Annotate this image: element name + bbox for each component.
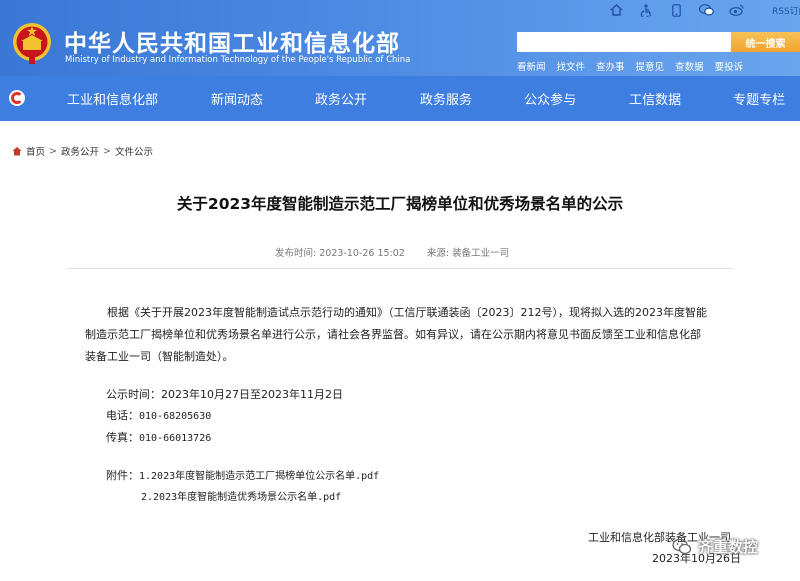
body-line: 装备工业一司（智能制造处）。 xyxy=(85,350,234,363)
quick-links: 看新闻 找文件 查办事 提意见 查数据 要投诉 xyxy=(517,59,743,73)
body-line: 根据《关于开展2023年度智能制造试点示范行动的通知》（工信厅联通装函〔2023… xyxy=(107,306,707,319)
nav-item-participation[interactable]: 公众参与 xyxy=(524,89,576,108)
notice-period: 公示时间：2023年10月27日至2023年11月2日 xyxy=(106,386,343,402)
quick-link-services[interactable]: 查办事 xyxy=(596,59,625,73)
title-divider xyxy=(67,268,733,269)
article-title: 关于2023年度智能制造示范工厂揭榜单位和优秀场景名单的公示 xyxy=(176,195,624,213)
nav-item-government-affairs[interactable]: 政务公开 xyxy=(315,89,367,108)
nav-item-ministry[interactable]: 工业和信息化部 xyxy=(67,89,158,108)
phone-value: 010-68205630 xyxy=(139,411,212,422)
watermark-text: 齐重数控 xyxy=(698,538,759,556)
home-icon[interactable] xyxy=(608,3,624,17)
attachment-link-1[interactable]: 1.2023年度智能制造示范工厂揭榜单位公示名单.pdf xyxy=(139,471,379,482)
breadcrumb: 首页 > 政务公开 > 文件公示 xyxy=(12,144,153,158)
top-icon-bar xyxy=(608,2,744,18)
fax-value: 010-66013726 xyxy=(139,433,212,444)
contact-phone: 电话：010-68205630 xyxy=(106,407,211,423)
article-meta: 发布时间: 2023-10-26 15:02 来源: 装备工业一司 xyxy=(275,245,509,259)
contact-fax: 传真：010-66013726 xyxy=(106,429,211,445)
breadcrumb-separator: > xyxy=(49,145,57,157)
fax-label: 传真： xyxy=(106,431,139,444)
site-subtitle: Ministry of Industry and Information Tec… xyxy=(65,55,411,65)
wechat-icon[interactable] xyxy=(698,3,714,17)
search-button[interactable]: 统一搜索 xyxy=(731,32,800,52)
period-value: 2023年10月27日至2023年11月2日 xyxy=(161,388,343,401)
attachment-row: 附件：1.2023年度智能制造示范工厂揭榜单位公示名单.pdf xyxy=(106,467,379,483)
source: 装备工业一司 xyxy=(452,248,510,259)
site-title[interactable]: 中华人民共和国工业和信息化部 xyxy=(64,24,400,58)
search-input[interactable] xyxy=(517,32,731,52)
breadcrumb-file-notices[interactable]: 文件公示 xyxy=(115,144,153,158)
attachment-row: 2.2023年度智能制造优秀场景公示名单.pdf xyxy=(141,488,341,503)
quick-link-news[interactable]: 看新闻 xyxy=(517,59,546,73)
rss-link[interactable]: RSS订阅 xyxy=(772,4,800,17)
quick-link-complaint[interactable]: 要投诉 xyxy=(715,59,744,73)
publish-time: 2023-10-26 15:02 xyxy=(319,248,405,259)
quick-link-files[interactable]: 找文件 xyxy=(557,59,586,73)
watermark: 齐重数控 xyxy=(672,536,758,557)
publish-time-label: 发布时间: xyxy=(275,248,317,259)
breadcrumb-home[interactable]: 首页 xyxy=(26,144,45,158)
national-emblem-icon[interactable] xyxy=(12,21,52,65)
source-label: 来源: xyxy=(426,248,450,259)
phone-label: 电话： xyxy=(106,409,139,422)
body-line: 制造示范工厂揭榜单位和优秀场景名单进行公示，请社会各界监督。如有异议，请在公示期… xyxy=(85,328,701,341)
weibo-icon[interactable] xyxy=(728,3,744,17)
wechat-watermark-icon xyxy=(672,538,692,554)
breadcrumb-home-icon xyxy=(12,147,22,156)
attachments-label: 附件： xyxy=(106,469,139,482)
attachment-link-2[interactable]: 2.2023年度智能制造优秀场景公示名单.pdf xyxy=(141,492,341,503)
period-label: 公示时间： xyxy=(106,388,161,401)
site-header: 中华人民共和国工业和信息化部 Ministry of Industry and … xyxy=(0,0,800,76)
quick-link-feedback[interactable]: 提意见 xyxy=(636,59,665,73)
nav-item-services[interactable]: 政务服务 xyxy=(420,89,472,108)
accessibility-icon[interactable] xyxy=(638,3,654,17)
nav-item-topics[interactable]: 专题专栏 xyxy=(733,89,785,108)
quick-link-data[interactable]: 查数据 xyxy=(675,59,704,73)
nav-item-news[interactable]: 新闻动态 xyxy=(211,89,263,108)
main-nav: 工业和信息化部 新闻动态 政务公开 政务服务 公众参与 工信数据 专题专栏 xyxy=(0,76,800,121)
mobile-icon[interactable] xyxy=(668,3,684,17)
ministry-logo-icon[interactable] xyxy=(8,89,26,107)
article-body: 根据《关于开展2023年度智能制造试点示范行动的通知》（工信厅联通装函〔2023… xyxy=(85,302,735,368)
breadcrumb-separator: > xyxy=(103,145,111,157)
nav-item-data[interactable]: 工信数据 xyxy=(629,89,681,108)
breadcrumb-government-affairs[interactable]: 政务公开 xyxy=(61,144,99,158)
